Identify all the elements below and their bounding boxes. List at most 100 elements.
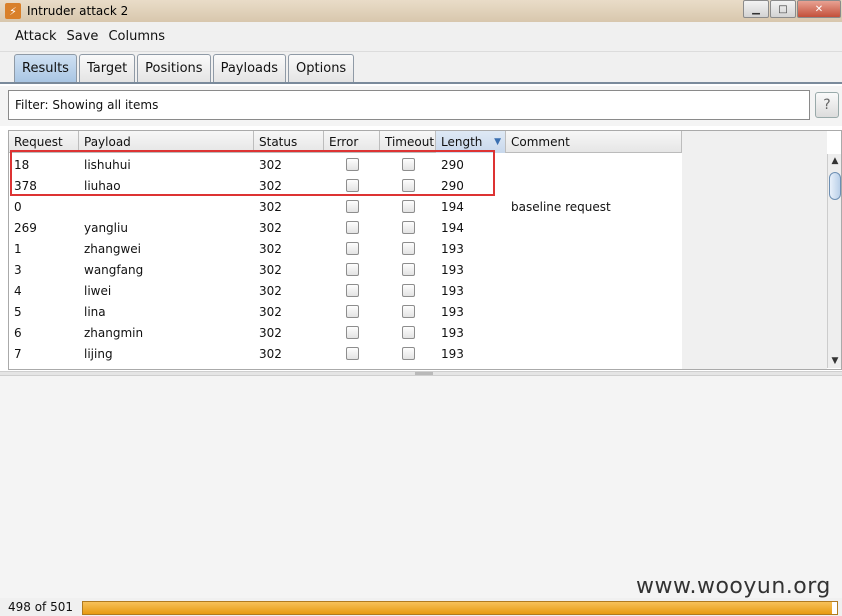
cell-request: 6	[14, 325, 22, 340]
tab-positions[interactable]: Positions	[137, 54, 211, 82]
menu-save[interactable]: Save	[67, 29, 99, 44]
cell-payload: zhangwei	[84, 241, 142, 256]
error-checkbox[interactable]	[345, 347, 359, 360]
status-bar: 498 of 501	[0, 598, 842, 616]
progress-bar	[82, 601, 838, 615]
filter-row: Filter: Showing all items ?	[0, 86, 842, 126]
tab-options[interactable]: Options	[288, 54, 355, 82]
cell-request: 269	[14, 220, 37, 235]
menu-bar: Attack Save Columns	[0, 22, 842, 52]
cell-status: 302	[259, 325, 282, 340]
timeout-checkbox[interactable]	[401, 200, 415, 213]
cell-length: 193	[441, 262, 464, 277]
table-row[interactable]: 0 302 194 baseline request	[9, 196, 682, 217]
cell-request: 3	[14, 262, 22, 277]
watermark: www.wooyun.org	[636, 574, 831, 599]
cell-timeout	[380, 305, 436, 318]
table-row[interactable]: 1 zhangwei 302 193	[9, 238, 682, 259]
cell-status: 302	[259, 283, 282, 298]
table-row[interactable]: 4 liwei 302 193	[9, 280, 682, 301]
scroll-up-arrow-icon[interactable]: ▲	[828, 154, 842, 168]
filter-bar[interactable]: Filter: Showing all items	[8, 90, 810, 120]
table-row[interactable]: 269 yangliu 302 194	[9, 217, 682, 238]
cell-timeout	[380, 242, 436, 255]
cell-timeout	[380, 284, 436, 297]
cell-payload: lina	[84, 304, 106, 319]
cell-error	[324, 326, 380, 339]
progress-text: 498 of 501	[8, 600, 74, 614]
cell-length: 193	[441, 283, 464, 298]
timeout-checkbox[interactable]	[401, 242, 415, 255]
cell-payload: liwei	[84, 283, 112, 298]
scroll-thumb[interactable]	[829, 172, 841, 200]
maximize-button[interactable]: □	[770, 0, 796, 18]
app-icon: ⚡	[5, 3, 21, 19]
cell-timeout	[380, 200, 436, 213]
tab-results[interactable]: Results	[14, 54, 77, 82]
help-button[interactable]: ?	[815, 92, 839, 118]
highlight-annotation-box	[10, 150, 495, 196]
error-checkbox[interactable]	[345, 263, 359, 276]
cell-request: 5	[14, 304, 22, 319]
cell-comment: baseline request	[511, 199, 611, 214]
vertical-scrollbar[interactable]: ▲ ▼	[827, 154, 841, 368]
cell-error	[324, 347, 380, 360]
splitter-grip[interactable]	[415, 372, 433, 375]
timeout-checkbox[interactable]	[401, 326, 415, 339]
timeout-checkbox[interactable]	[401, 221, 415, 234]
menu-columns[interactable]: Columns	[108, 29, 165, 44]
timeout-checkbox[interactable]	[401, 263, 415, 276]
minimize-button[interactable]: ▁	[743, 0, 769, 18]
error-checkbox[interactable]	[345, 305, 359, 318]
cell-error	[324, 305, 380, 318]
timeout-checkbox[interactable]	[401, 305, 415, 318]
window-title: Intruder attack 2	[27, 4, 129, 18]
sort-descending-icon: ▼	[494, 137, 501, 147]
cell-error	[324, 284, 380, 297]
cell-length: 194	[441, 220, 464, 235]
cell-status: 302	[259, 304, 282, 319]
cell-status: 302	[259, 262, 282, 277]
error-checkbox[interactable]	[345, 221, 359, 234]
tab-target[interactable]: Target	[78, 54, 136, 82]
error-checkbox[interactable]	[345, 242, 359, 255]
timeout-checkbox[interactable]	[401, 347, 415, 360]
error-checkbox[interactable]	[345, 326, 359, 339]
error-checkbox[interactable]	[345, 284, 359, 297]
scroll-down-arrow-icon[interactable]: ▼	[828, 354, 842, 368]
close-button[interactable]: ✕	[797, 0, 841, 18]
table-row[interactable]: 7 lijing 302 193	[9, 343, 682, 364]
column-header-length-label: Length	[441, 135, 483, 149]
tab-payloads[interactable]: Payloads	[212, 54, 287, 82]
cell-length: 193	[441, 304, 464, 319]
cell-error	[324, 221, 380, 234]
detail-pane	[0, 376, 842, 598]
menu-attack[interactable]: Attack	[15, 29, 57, 44]
table-row[interactable]: 3 wangfang 302 193	[9, 259, 682, 280]
window-controls: ▁ □ ✕	[743, 0, 842, 18]
cell-length: 193	[441, 241, 464, 256]
table-empty-area	[682, 131, 827, 369]
cell-length: 193	[441, 325, 464, 340]
error-checkbox[interactable]	[345, 200, 359, 213]
cell-request: 0	[14, 199, 22, 214]
cell-request: 1	[14, 241, 22, 256]
cell-payload: wangfang	[84, 262, 144, 277]
cell-length: 194	[441, 199, 464, 214]
cell-length: 193	[441, 346, 464, 361]
cell-error	[324, 242, 380, 255]
timeout-checkbox[interactable]	[401, 284, 415, 297]
table-row[interactable]: 6 zhangmin 302 193	[9, 322, 682, 343]
cell-timeout	[380, 347, 436, 360]
progress-fill	[83, 602, 833, 614]
cell-status: 302	[259, 346, 282, 361]
cell-payload: zhangmin	[84, 325, 144, 340]
table-row[interactable]: 5 lina 302 193	[9, 301, 682, 322]
column-header-comment[interactable]: Comment	[506, 131, 682, 153]
cell-status: 302	[259, 199, 282, 214]
cell-payload: lijing	[84, 346, 113, 361]
cell-error	[324, 200, 380, 213]
cell-request: 7	[14, 346, 22, 361]
cell-payload: yangliu	[84, 220, 128, 235]
title-bar: ⚡ Intruder attack 2 ▁ □ ✕	[0, 0, 842, 22]
